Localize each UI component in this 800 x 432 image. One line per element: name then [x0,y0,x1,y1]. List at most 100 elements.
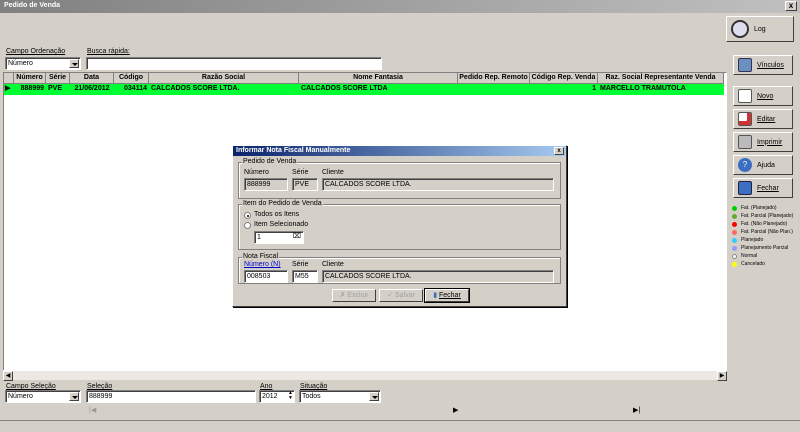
col-codigo-rep[interactable]: Código Rep. Venda [530,73,598,84]
dialog-fechar-label: Fechar [439,292,461,299]
cell-rep: MARCELLO TRAMUTOLA [600,85,686,92]
vinculos-button-label: Vínculos [757,61,784,69]
cell-serie: PVE [48,85,63,92]
cell-razao: CALCADOS SCORE LTDA. [151,85,240,92]
pedido-group: Pedido de Venda Número Série Cliente 888… [238,158,561,199]
scroll-right-icon[interactable]: ▶ [717,371,727,381]
legend-label: Fat. Parcial (Não Plan.) [741,229,793,235]
campo-selecao-label: Campo Seleção [6,383,56,390]
dialog-close-button[interactable]: x [554,147,564,155]
legend-label: Normal [741,253,758,259]
legend-dot-icon [732,213,737,219]
legend-dot-icon [732,261,737,267]
cell-remoto [458,84,530,95]
situacao-value: Todos [302,393,321,400]
quick-search-input[interactable] [86,57,382,70]
imprimir-button[interactable]: Imprimir [733,132,793,152]
legend-dot-icon [732,237,737,243]
nf-serie-input[interactable]: M55 [292,270,318,283]
col-serie[interactable]: Série [46,73,70,84]
excluir-button[interactable]: ✗ Excluir [332,289,376,302]
order-field-select[interactable]: Número [5,57,81,70]
dialog-fechar-button[interactable]: ▮ Fechar [424,288,470,303]
status-bar [0,420,800,432]
fechar-button[interactable]: Fechar [733,178,793,198]
row-indicator-icon: ▶ [5,85,11,92]
horizontal-scrollbar[interactable]: ◀ ▶ [3,370,727,381]
salvar-button[interactable]: ✓ Salvar [379,289,423,302]
nav-play-button[interactable]: ▶ [453,406,458,414]
item-group: Item do Pedido de Venda Todos os Itens I… [238,200,561,250]
editar-button[interactable]: Editar [733,109,793,129]
new-document-icon [738,89,752,103]
nf-group-title: Nota Fiscal [242,253,280,260]
col-pedido-remoto[interactable]: Pedido Rep. Remoto [458,73,530,84]
col-codigo[interactable]: Código [114,73,149,84]
vinculos-button[interactable]: Vínculos [733,55,793,75]
situacao-select[interactable]: Todos [299,390,381,403]
nf-serie-label: Série [292,261,309,268]
status-legend: Fat. (Planejado) Fat. Parcial (Planejado… [732,204,793,268]
nf-numero-link[interactable]: Número (N) [244,261,281,268]
nota-fiscal-group: Nota Fiscal Número (N) Série Cliente 008… [238,253,561,284]
dialog-title: Informar Nota Fiscal Manualmente [236,147,351,154]
order-field-label: Campo Ordenação [6,48,66,55]
col-data[interactable]: Data [70,73,114,84]
links-icon [738,58,752,72]
selecao-input[interactable]: 888999 [86,390,256,403]
imprimir-button-label: Imprimir [757,138,783,146]
todos-label: Todos os Itens [254,211,300,218]
selecionado-radio[interactable] [244,222,251,229]
window-title: Pedido de Venda [4,2,61,9]
chevron-down-icon[interactable] [369,392,379,401]
cell-cod-rep: 1 [592,85,596,92]
nf-cliente-field: CALCADOS SCORE LTDA. [322,270,554,283]
legend-item: Cancelado [732,260,793,268]
campo-selecao-select[interactable]: Número [5,390,81,403]
campo-selecao-value: Número [8,393,33,400]
cell-codigo: 034114 [124,85,147,92]
log-button[interactable]: Log [726,16,794,42]
col-numero[interactable]: Número [14,73,46,84]
order-field-value: Número [8,60,33,67]
window-close-button[interactable]: x [785,1,797,11]
chevron-down-icon[interactable] [69,392,79,401]
edit-icon [738,112,752,126]
legend-dot-icon [732,221,737,227]
spinner-arrows-icon[interactable]: ▲ ▼ [288,391,293,401]
nav-first-button[interactable]: |◀ [89,406,96,414]
cell-numero: 888999 [20,85,44,92]
nav-last-button[interactable]: ▶| [633,406,640,414]
ano-spinner[interactable]: 2012 ▲ ▼ [259,390,295,403]
dialog-titlebar: Informar Nota Fiscal Manualmente x [233,146,566,156]
col-nome-fantasia[interactable]: Nome Fantasia [299,73,458,84]
log-button-label: Log [754,25,766,33]
nota-fiscal-dialog: Informar Nota Fiscal Manualmente x Pedid… [232,145,567,307]
legend-label: Fat. (Não Planejado) [741,221,788,227]
col-razao-social[interactable]: Razão Social [149,73,299,84]
ajuda-button-label: Ajuda [757,161,775,169]
clear-icon[interactable]: ⌧ [293,232,301,242]
novo-button-label: Novo [757,92,774,100]
pedido-cliente-field: CALCADOS SCORE LTDA. [322,178,554,191]
ajuda-button[interactable]: ? Ajuda [733,155,793,175]
printer-icon [738,135,752,149]
legend-item: Planejamento Parcial [732,244,793,252]
check-icon: ✓ [387,292,395,299]
situacao-label: Situação [300,383,328,390]
salvar-label: Salvar [394,292,415,299]
scroll-left-icon[interactable]: ◀ [3,371,13,381]
novo-button[interactable]: Novo [733,86,793,106]
numero-label: Número [244,169,269,176]
help-icon: ? [738,158,752,172]
legend-dot-icon [732,253,737,259]
chevron-down-icon[interactable] [69,59,79,68]
nf-numero-input[interactable]: 008503 [244,270,288,283]
todos-radio[interactable] [244,212,251,219]
legend-item: Planejado [732,236,793,244]
table-row[interactable]: ▶ 888999 PVE 21/06/2012 034114 CALCADOS … [4,84,724,95]
col-razao-representante[interactable]: Raz. Social Representante Venda [598,73,724,84]
cliente-label: Cliente [322,169,344,176]
item-number-field[interactable]: 1 ⌧ [254,231,304,244]
grid-header-indicator [4,73,14,84]
